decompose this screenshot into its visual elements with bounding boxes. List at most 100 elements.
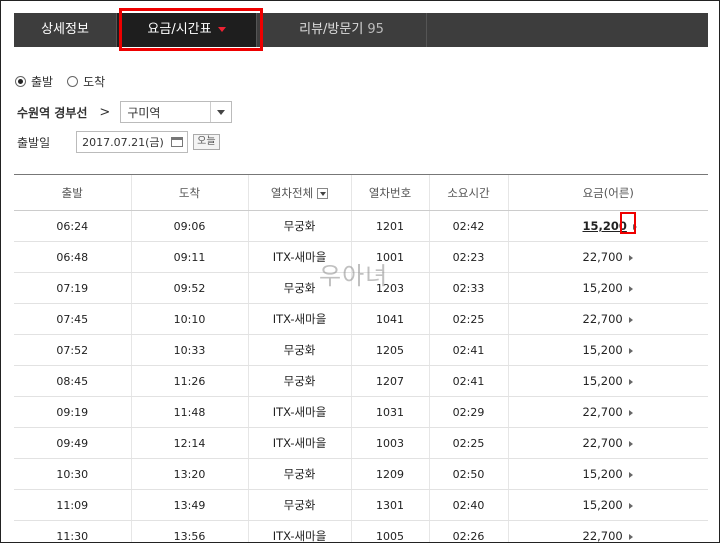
col-header-arrival: 도착 bbox=[130, 174, 248, 211]
date-row: 출발일 2017.07.21(금) 오늘 bbox=[17, 131, 220, 153]
fare-cell[interactable]: 15,200 bbox=[507, 272, 708, 304]
train-type-cell: 무궁화 bbox=[247, 458, 351, 490]
highlight-box-tab bbox=[119, 8, 263, 51]
table-row[interactable]: 08:45 11:26 무궁화 1207 02:41 15,200 bbox=[14, 365, 708, 397]
chevron-down-icon bbox=[217, 109, 226, 115]
departure-time-cell: 11:30 bbox=[14, 520, 131, 542]
fare-cell[interactable]: 22,700 bbox=[507, 303, 708, 335]
train-number-cell: 1301 bbox=[350, 489, 429, 521]
departure-time-cell: 06:24 bbox=[14, 210, 131, 242]
fare-value[interactable]: 22,700 bbox=[583, 312, 623, 326]
fare-cell[interactable]: 15,200 bbox=[507, 210, 708, 242]
chevron-right-icon[interactable] bbox=[628, 378, 633, 385]
radio-departure[interactable]: 출발 bbox=[15, 73, 53, 90]
col-header-departure: 출발 bbox=[14, 174, 131, 211]
chevron-right-icon[interactable] bbox=[628, 533, 633, 540]
train-type-cell: ITX-새마을 bbox=[247, 520, 351, 542]
radio-unchecked-icon bbox=[67, 76, 79, 87]
dropdown-button[interactable] bbox=[210, 102, 231, 122]
departure-time-cell: 07:52 bbox=[14, 334, 131, 366]
duration-cell: 02:41 bbox=[428, 334, 508, 366]
chevron-right-icon[interactable] bbox=[628, 440, 633, 447]
date-value: 2017.07.21(금) bbox=[82, 136, 164, 149]
train-type-cell: 무궁화 bbox=[247, 210, 351, 242]
fare-value[interactable]: 15,200 bbox=[583, 498, 623, 512]
table-row[interactable]: 11:09 13:49 무궁화 1301 02:40 15,200 bbox=[14, 489, 708, 521]
table-row[interactable]: 09:49 12:14 ITX-새마을 1003 02:25 22,700 bbox=[14, 427, 708, 459]
chevron-right-icon[interactable] bbox=[628, 285, 633, 292]
calendar-icon[interactable] bbox=[171, 137, 184, 147]
chevron-right-icon[interactable] bbox=[628, 254, 633, 261]
duration-cell: 02:25 bbox=[428, 427, 508, 459]
table-row[interactable]: 07:45 10:10 ITX-새마을 1041 02:25 22,700 bbox=[14, 303, 708, 335]
train-type-cell: 무궁화 bbox=[247, 365, 351, 397]
fare-value[interactable]: 15,200 bbox=[583, 343, 623, 357]
train-type-cell: 무궁화 bbox=[247, 334, 351, 366]
arrival-time-cell: 09:52 bbox=[130, 272, 248, 304]
fare-cell[interactable]: 22,700 bbox=[507, 241, 708, 273]
train-number-cell: 1205 bbox=[350, 334, 429, 366]
fare-cell[interactable]: 22,700 bbox=[507, 427, 708, 459]
chevron-right-icon[interactable] bbox=[628, 409, 633, 416]
destination-select[interactable]: 구미역 bbox=[120, 101, 233, 123]
tab-reviews-label: 리뷰/방문기 bbox=[299, 22, 364, 37]
departure-time-cell: 09:19 bbox=[14, 396, 131, 428]
radio-arrival-label: 도착 bbox=[83, 75, 106, 89]
table-row[interactable]: 06:24 09:06 무궁화 1201 02:42 15,200 bbox=[14, 210, 708, 242]
radio-checked-icon bbox=[15, 76, 26, 87]
train-number-cell: 1209 bbox=[350, 458, 429, 490]
duration-cell: 02:26 bbox=[428, 520, 508, 542]
fare-value[interactable]: 22,700 bbox=[583, 436, 623, 450]
tab-details[interactable]: 상세정보 bbox=[14, 13, 117, 47]
fare-value[interactable]: 15,200 bbox=[583, 374, 623, 388]
tab-reviews[interactable]: 리뷰/방문기 95 bbox=[257, 13, 427, 47]
chevron-right-icon[interactable] bbox=[628, 316, 633, 323]
fare-cell[interactable]: 15,200 bbox=[507, 489, 708, 521]
fare-value[interactable]: 22,700 bbox=[583, 250, 623, 264]
departure-time-cell: 06:48 bbox=[14, 241, 131, 273]
fare-value[interactable]: 22,700 bbox=[583, 405, 623, 419]
today-button[interactable]: 오늘 bbox=[193, 134, 220, 150]
fare-cell[interactable]: 15,200 bbox=[507, 334, 708, 366]
duration-cell: 02:40 bbox=[428, 489, 508, 521]
col-header-fare: 요금(어른) bbox=[507, 174, 708, 211]
departure-time-cell: 11:09 bbox=[14, 489, 131, 521]
arrival-time-cell: 09:11 bbox=[130, 241, 248, 273]
radio-arrival[interactable]: 도착 bbox=[67, 73, 105, 90]
fare-cell[interactable]: 15,200 bbox=[507, 458, 708, 490]
duration-cell: 02:42 bbox=[428, 210, 508, 242]
train-number-cell: 1005 bbox=[350, 520, 429, 542]
arrival-time-cell: 09:06 bbox=[130, 210, 248, 242]
chevron-right-icon[interactable] bbox=[628, 347, 633, 354]
arrival-time-cell: 12:14 bbox=[130, 427, 248, 459]
col-header-train-type[interactable]: 열차전체 bbox=[247, 174, 351, 211]
col-header-train-number: 열차번호 bbox=[350, 174, 429, 211]
fare-value[interactable]: 22,700 bbox=[583, 529, 623, 542]
duration-cell: 02:29 bbox=[428, 396, 508, 428]
arrival-time-cell: 10:33 bbox=[130, 334, 248, 366]
arrival-time-cell: 13:20 bbox=[130, 458, 248, 490]
timetable: 출발 도착 열차전체 열차번호 소요시간 요금(어른) 06:24 09:06 무궁… bbox=[14, 174, 708, 542]
duration-cell: 02:23 bbox=[428, 241, 508, 273]
fare-value[interactable]: 15,200 bbox=[583, 467, 623, 481]
train-type-cell: ITX-새마을 bbox=[247, 427, 351, 459]
departure-time-cell: 07:45 bbox=[14, 303, 131, 335]
direction-radio-group: 출발 도착 bbox=[15, 73, 119, 90]
fare-cell[interactable]: 22,700 bbox=[507, 520, 708, 542]
table-row[interactable]: 07:52 10:33 무궁화 1205 02:41 15,200 bbox=[14, 334, 708, 366]
table-row[interactable]: 11:30 13:56 ITX-새마을 1005 02:26 22,700 bbox=[14, 520, 708, 542]
duration-cell: 02:41 bbox=[428, 365, 508, 397]
train-type-cell: ITX-새마을 bbox=[247, 396, 351, 428]
table-row[interactable]: 09:19 11:48 ITX-새마을 1031 02:29 22,700 bbox=[14, 396, 708, 428]
table-row[interactable]: 10:30 13:20 무궁화 1209 02:50 15,200 bbox=[14, 458, 708, 490]
filter-dropdown-icon[interactable] bbox=[317, 187, 329, 199]
chevron-right-icon[interactable] bbox=[628, 502, 633, 509]
col-header-duration: 소요시간 bbox=[428, 174, 508, 211]
train-number-cell: 1003 bbox=[350, 427, 429, 459]
fare-cell[interactable]: 22,700 bbox=[507, 396, 708, 428]
fare-cell[interactable]: 15,200 bbox=[507, 365, 708, 397]
date-picker[interactable]: 2017.07.21(금) bbox=[76, 131, 189, 153]
chevron-right-icon[interactable] bbox=[628, 471, 633, 478]
departure-time-cell: 10:30 bbox=[14, 458, 131, 490]
fare-value[interactable]: 15,200 bbox=[583, 281, 623, 295]
